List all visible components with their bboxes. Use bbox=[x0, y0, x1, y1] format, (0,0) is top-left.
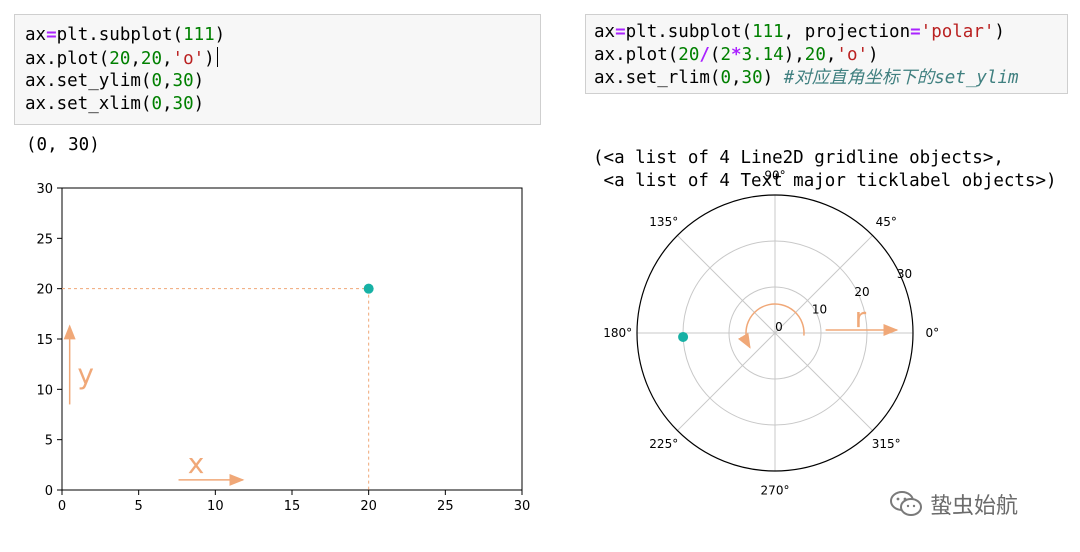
x-tick-label: 25 bbox=[437, 499, 454, 514]
x-tick-label: 15 bbox=[284, 499, 301, 514]
code-token: ) bbox=[994, 22, 1005, 42]
code-token: 0 bbox=[151, 71, 162, 91]
code-token: , bbox=[130, 49, 141, 69]
y-tick-label: 15 bbox=[36, 333, 53, 348]
code-token: 2 bbox=[720, 45, 732, 65]
y-tick-label: 30 bbox=[36, 182, 53, 197]
code-line: ax=plt.subplot(111, projection='polar') bbox=[594, 21, 1067, 44]
code-token: 20 bbox=[140, 49, 162, 69]
code-token: 'o' bbox=[836, 45, 869, 65]
x-tick-label: 30 bbox=[514, 499, 531, 514]
data-point bbox=[678, 331, 689, 342]
code-token: ) bbox=[762, 68, 784, 88]
watermark: 蛰虫始航 bbox=[888, 484, 1058, 524]
data-point bbox=[363, 283, 374, 294]
text-cursor bbox=[216, 47, 218, 67]
code-token: 3.14 bbox=[741, 45, 784, 65]
code-cell-cartesian[interactable]: ax=plt.subplot(111) ax.plot(20,20,'o') ax.… bbox=[14, 14, 541, 125]
y-tick-label: 25 bbox=[36, 232, 53, 247]
code-token: ax bbox=[594, 22, 616, 42]
theta-tick-label: 270° bbox=[761, 483, 790, 497]
theta-tick-label: 225° bbox=[649, 437, 678, 451]
y-tick-label: 0 bbox=[45, 484, 53, 499]
angular-gridline bbox=[774, 332, 873, 431]
code-line: ax.set_ylim(0,30) bbox=[25, 70, 540, 93]
code-token: plt.subplot( bbox=[625, 22, 753, 42]
watermark-text: 蛰虫始航 bbox=[930, 494, 1019, 519]
code-token: 111 bbox=[183, 25, 215, 45]
code-line: ax.plot(20/(2*3.14),20,'o') bbox=[594, 44, 1067, 67]
r-tick-label: 30 bbox=[897, 267, 912, 281]
r-tick-label: 0 bbox=[775, 320, 783, 334]
code-token: 30 bbox=[741, 68, 763, 88]
code-token: 30 bbox=[172, 71, 194, 91]
code-token: , bbox=[161, 71, 173, 91]
theta-tick-label: 90° bbox=[764, 169, 785, 183]
code-token: ax.plot( bbox=[594, 45, 679, 65]
code-token: #对应直角坐标下的set_ylim bbox=[783, 68, 1019, 88]
angular-gridline bbox=[677, 235, 776, 334]
x-tick-label: 20 bbox=[360, 499, 377, 514]
theta-tick-label: 45° bbox=[876, 215, 897, 229]
y-tick-label: 10 bbox=[36, 383, 53, 398]
code-token: 30 bbox=[172, 94, 194, 114]
wechat-icon bbox=[890, 491, 922, 516]
code-token: ) bbox=[204, 49, 215, 69]
code-token: 'o' bbox=[172, 49, 205, 69]
code-token: , projection bbox=[783, 22, 911, 42]
code-token: ), bbox=[783, 45, 805, 65]
x-tick-label: 5 bbox=[135, 499, 143, 514]
code-token: * bbox=[731, 45, 742, 65]
r-tick-label: 10 bbox=[812, 302, 827, 316]
x-tick-label: 10 bbox=[207, 499, 224, 514]
theta-tick-label: 135° bbox=[649, 215, 678, 229]
r-tick-label: 20 bbox=[854, 285, 869, 299]
code-token: ax bbox=[25, 25, 47, 45]
code-token: ( bbox=[709, 45, 721, 65]
code-token: , bbox=[825, 45, 837, 65]
code-token: = bbox=[910, 22, 921, 42]
code-line: ax.plot(20,20,'o') bbox=[25, 47, 540, 70]
theta-tick-label: 0° bbox=[925, 326, 939, 340]
code-cell-polar[interactable]: ax=plt.subplot(111, projection='polar') a… bbox=[585, 14, 1068, 94]
code-token: ax.plot( bbox=[25, 49, 110, 69]
code-token: = bbox=[46, 25, 57, 45]
code-token: ) bbox=[868, 45, 879, 65]
code-token: 20 bbox=[109, 49, 131, 69]
code-token: , bbox=[162, 49, 173, 69]
cell-output-cartesian: (0, 30) bbox=[26, 135, 100, 155]
code-token: 111 bbox=[752, 22, 784, 42]
code-token: ax.set_xlim( bbox=[25, 94, 152, 114]
code-token: 'polar' bbox=[920, 22, 995, 42]
theta-tick-label: 180° bbox=[603, 326, 632, 340]
code-line: ax=plt.subplot(111) bbox=[25, 24, 540, 47]
x-tick-label: 0 bbox=[58, 499, 66, 514]
y-tick-label: 20 bbox=[36, 283, 53, 298]
code-token: ) bbox=[193, 94, 205, 114]
code-token: , bbox=[730, 68, 742, 88]
code-token: 0 bbox=[151, 94, 162, 114]
code-token: ) bbox=[193, 71, 205, 91]
plot-frame bbox=[61, 187, 523, 491]
code-token: 0 bbox=[720, 68, 731, 88]
polar-chart: 0° 45° 90° 135° 180° 225° 270° 315° 0 10 20 30 r bbox=[603, 169, 939, 498]
code-token: ) bbox=[214, 25, 226, 45]
angular-gridline bbox=[677, 332, 776, 431]
code-token: , bbox=[161, 94, 173, 114]
cartesian-chart: 0 5 10 15 20 25 30 0 5 10 15 20 25 30 x y bbox=[36, 182, 531, 514]
code-token: ax.set_rlim( bbox=[594, 68, 721, 88]
code-token: ax.set_ylim( bbox=[25, 71, 152, 91]
y-arrow-label: y bbox=[77, 357, 94, 390]
r-arrow-label: r bbox=[855, 301, 867, 334]
x-arrow-label: x bbox=[188, 447, 205, 480]
code-token: 20 bbox=[678, 45, 700, 65]
theta-tick-label: 315° bbox=[872, 437, 901, 451]
code-line: ax.set_rlim(0,30) #对应直角坐标下的set_ylim bbox=[594, 67, 1067, 90]
y-tick-label: 5 bbox=[45, 434, 53, 449]
code-token: plt.subplot( bbox=[56, 25, 184, 45]
code-token: / bbox=[699, 45, 710, 65]
code-line: ax.set_xlim(0,30) bbox=[25, 93, 540, 116]
code-token: = bbox=[615, 22, 626, 42]
code-token: 20 bbox=[804, 45, 826, 65]
